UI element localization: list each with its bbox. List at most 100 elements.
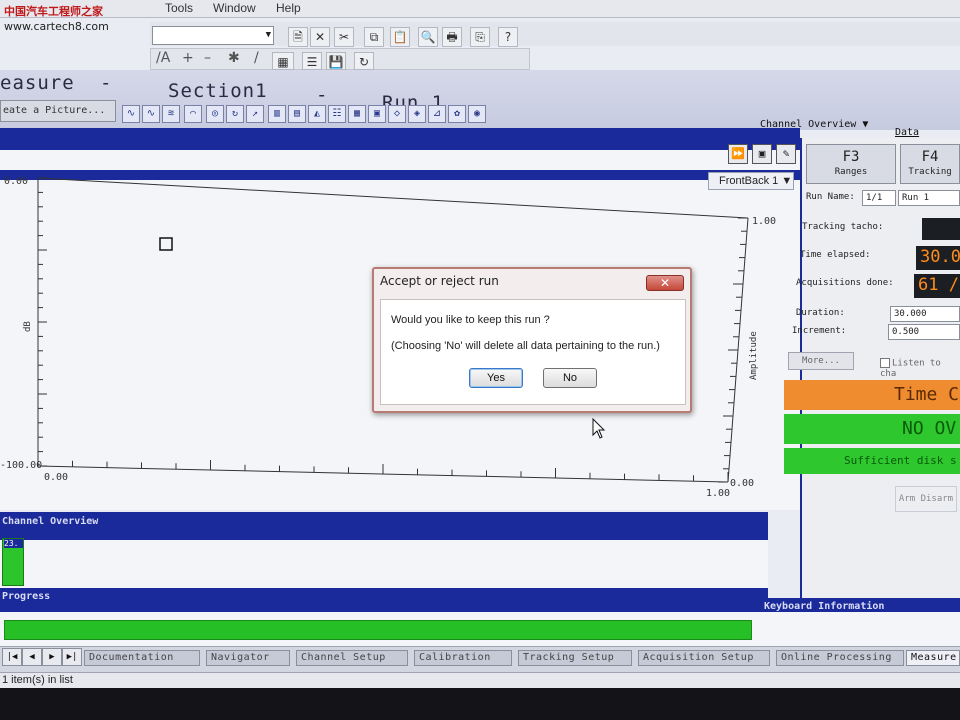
chart-icon[interactable]: ◇ xyxy=(388,105,406,123)
annotation-icon[interactable]: /A xyxy=(156,50,170,66)
tab-measure[interactable]: Measure xyxy=(906,650,960,666)
tab-acquisition-setup[interactable]: Acquisition Setup xyxy=(638,650,770,666)
asterisk-icon[interactable]: ✱ xyxy=(228,50,240,66)
listen-checkbox[interactable]: Listen to cha xyxy=(880,358,960,379)
channel-overview-dropdown[interactable]: Channel Overview ▼ xyxy=(760,119,868,130)
right-axis-title: Amplitude xyxy=(749,331,759,380)
more-button[interactable]: More... xyxy=(788,352,854,370)
channel-overview-label: Channel Overview xyxy=(760,119,857,130)
table-icon[interactable]: ▦ xyxy=(348,105,366,123)
minus-icon[interactable]: – xyxy=(204,50,211,66)
create-picture-button[interactable]: eate a Picture... xyxy=(0,100,116,122)
tracking-tacho-display xyxy=(922,218,960,240)
chart-icon[interactable]: ◭ xyxy=(308,105,326,123)
bar-chart-icon[interactable]: ▥ xyxy=(268,105,286,123)
title-separator: - xyxy=(316,84,329,106)
increment-label: Increment: xyxy=(792,326,847,336)
line-icon[interactable]: / xyxy=(254,50,259,66)
checkbox-icon xyxy=(880,358,890,368)
yes-button[interactable]: Yes xyxy=(469,368,523,388)
channel-overview-header: Channel Overview xyxy=(0,512,768,542)
dialog-question: Would you like to keep this run ? xyxy=(391,314,550,326)
print-icon[interactable]: 🖶 xyxy=(442,27,462,47)
table-icon[interactable]: ▣ xyxy=(368,105,386,123)
forward-icon[interactable]: ⏩ xyxy=(728,144,748,164)
tab-channel-setup[interactable]: Channel Setup xyxy=(296,650,408,666)
first-tab-icon[interactable]: |◀ xyxy=(2,648,22,666)
chart-icon[interactable]: ▤ xyxy=(288,105,306,123)
no-button[interactable]: No xyxy=(543,368,597,388)
status-disk-indicator: Sufficient disk s xyxy=(784,448,960,474)
grid-icon[interactable]: ▦ xyxy=(272,52,294,70)
tab-online-processing[interactable]: Online Processing xyxy=(776,650,904,666)
tab-navigator[interactable]: Navigator xyxy=(206,650,290,666)
acquisitions-label: Acquisitions done: xyxy=(796,278,894,288)
menu-help[interactable]: Help xyxy=(276,1,301,15)
time-elapsed-display: 30.0 xyxy=(916,246,960,270)
chart-icon[interactable]: ⊿ xyxy=(428,105,446,123)
channel-level-label: 23. xyxy=(4,539,23,548)
last-tab-icon[interactable]: ▶| xyxy=(62,648,82,666)
copy-icon[interactable]: ⧉ xyxy=(364,27,384,47)
delete-icon[interactable]: ✕ xyxy=(310,27,330,47)
arm-disarm-button[interactable]: Arm Disarm xyxy=(895,486,957,512)
f3-ranges-button[interactable]: F3 Ranges xyxy=(806,144,896,184)
f3-key: F3 xyxy=(842,149,860,165)
plot-marker xyxy=(159,237,173,251)
save-icon[interactable]: 💾 xyxy=(326,52,346,70)
curve-icon[interactable]: ≋ xyxy=(162,105,180,123)
tab-calibration[interactable]: Calibration xyxy=(414,650,512,666)
arrow-icon[interactable]: ↗ xyxy=(246,105,264,123)
cut-icon[interactable]: ✂ xyxy=(334,27,354,47)
help-icon[interactable]: ? xyxy=(498,27,518,47)
curve-icon[interactable]: ∿ xyxy=(142,105,160,123)
menu-bar: Tools Window Help xyxy=(0,0,960,18)
close-icon[interactable]: ✕ xyxy=(646,275,684,291)
channel-level-bar[interactable]: 23. xyxy=(2,538,24,586)
circle-icon[interactable]: ◎ xyxy=(206,105,224,123)
watermark-url: www.cartech8.com xyxy=(4,20,109,33)
print-preview-icon[interactable]: 🔍 xyxy=(418,27,438,47)
monitor-bezel xyxy=(0,688,960,720)
document-icon[interactable]: 🗎 xyxy=(288,27,308,47)
edit-icon[interactable]: ✎ xyxy=(776,144,796,164)
f3-name: Ranges xyxy=(834,167,868,177)
paste-icon[interactable]: 📋 xyxy=(390,27,410,47)
curve-icon[interactable]: ∿ xyxy=(122,105,140,123)
watermark: 中国汽车工程师之家 www.cartech8.com xyxy=(4,4,109,34)
menu-window[interactable]: Window xyxy=(213,1,256,15)
picture-icon[interactable]: ▣ xyxy=(752,144,772,164)
table-icon[interactable]: ☷ xyxy=(328,105,346,123)
next-tab-icon[interactable]: ▶ xyxy=(42,648,62,666)
list-icon[interactable]: ☰ xyxy=(302,52,322,70)
run-name-field[interactable]: Run 1 xyxy=(898,190,960,206)
menu-tools[interactable]: Tools xyxy=(165,1,193,15)
plus-icon[interactable]: + xyxy=(182,50,194,66)
title-separator: - xyxy=(100,72,113,94)
progress-header: Progress xyxy=(0,588,768,614)
f4-tracking-button[interactable]: F4 Tracking xyxy=(900,144,960,184)
duration-field[interactable]: 30.000 xyxy=(890,306,960,322)
acquisitions-display: 61 / xyxy=(914,274,960,298)
settings-icon[interactable]: ✿ xyxy=(448,105,466,123)
prev-tab-icon[interactable]: ◀ xyxy=(22,648,42,666)
run-name-label: Run Name: xyxy=(806,192,855,202)
run-name-index[interactable]: 1/1 xyxy=(862,190,896,206)
f4-key: F4 xyxy=(921,149,939,165)
chart-icon[interactable]: ◈ xyxy=(408,105,426,123)
camera-icon[interactable]: ◉ xyxy=(468,105,486,123)
tab-tracking-setup[interactable]: Tracking Setup xyxy=(518,650,632,666)
curve-icon[interactable]: ⌒ xyxy=(184,105,202,123)
increment-field[interactable]: 0.500 xyxy=(888,324,960,340)
export-icon[interactable]: ⎘ xyxy=(470,27,490,47)
tab-documentation[interactable]: Documentation xyxy=(84,650,200,666)
watermark-text: 中国汽车工程师之家 xyxy=(4,5,103,18)
channel-overview-panel xyxy=(0,540,768,588)
refresh-icon[interactable]: ↻ xyxy=(354,52,374,70)
chevron-down-icon: ▼ xyxy=(862,119,869,130)
f4-name: Tracking xyxy=(908,167,952,177)
rotate-icon[interactable]: ↻ xyxy=(226,105,244,123)
toolbar-combo[interactable]: ▼ xyxy=(152,26,274,45)
time-elapsed-label: Time elapsed: xyxy=(800,250,871,260)
dialog-body: Would you like to keep this run ? (Choos… xyxy=(380,299,686,405)
